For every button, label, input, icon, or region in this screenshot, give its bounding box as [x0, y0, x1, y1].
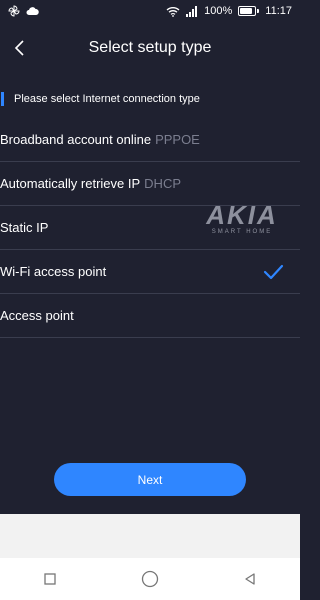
cloud-icon [26, 7, 39, 15]
status-bar: 100% 11:17 [0, 0, 300, 22]
option-sub: DHCP [144, 176, 182, 191]
watermark: AKIA SMART HOME [192, 197, 292, 237]
option-sub: PPPOE [155, 132, 200, 147]
option-label: Broadband account online PPPOE [0, 132, 200, 147]
back-nav-button[interactable] [230, 559, 270, 599]
header: Select setup type [0, 22, 300, 74]
option-label: Access point [0, 308, 74, 323]
bottom-pane [0, 514, 300, 558]
option-access-point[interactable]: Access point [0, 294, 300, 338]
status-right: 100% 11:17 [166, 5, 292, 17]
next-button[interactable]: Next [54, 463, 246, 496]
wifi-icon [166, 6, 180, 17]
check-icon [263, 264, 284, 279]
status-time: 11:17 [265, 5, 292, 17]
option-label: Automatically retrieve IP DHCP [0, 176, 182, 191]
signal-icon [186, 5, 198, 17]
home-button[interactable] [130, 559, 170, 599]
chevron-left-icon [14, 40, 24, 56]
pinwheel-icon [8, 5, 20, 17]
page-title: Select setup type [88, 39, 212, 56]
option-label: Static IP [0, 220, 49, 235]
option-label: Wi-Fi access point [0, 264, 107, 279]
square-icon [44, 573, 56, 585]
circle-icon [141, 570, 159, 588]
option-pppoe[interactable]: Broadband account online PPPOE [0, 118, 300, 162]
system-nav-bar [0, 558, 300, 600]
recents-button[interactable] [30, 559, 70, 599]
section-label-text: Please select Internet connection type [14, 93, 200, 105]
section-accent-bar [1, 92, 4, 106]
battery-icon [238, 6, 260, 16]
triangle-back-icon [245, 573, 255, 585]
battery-percent: 100% [204, 5, 233, 17]
watermark-tagline: SMART HOME [211, 228, 273, 235]
option-wifi-access-point[interactable]: Wi-Fi access point [0, 250, 300, 294]
back-button[interactable] [6, 34, 34, 62]
section-label: Please select Internet connection type [0, 88, 300, 110]
status-left [8, 5, 39, 17]
watermark-brand: AKIA [206, 199, 278, 230]
